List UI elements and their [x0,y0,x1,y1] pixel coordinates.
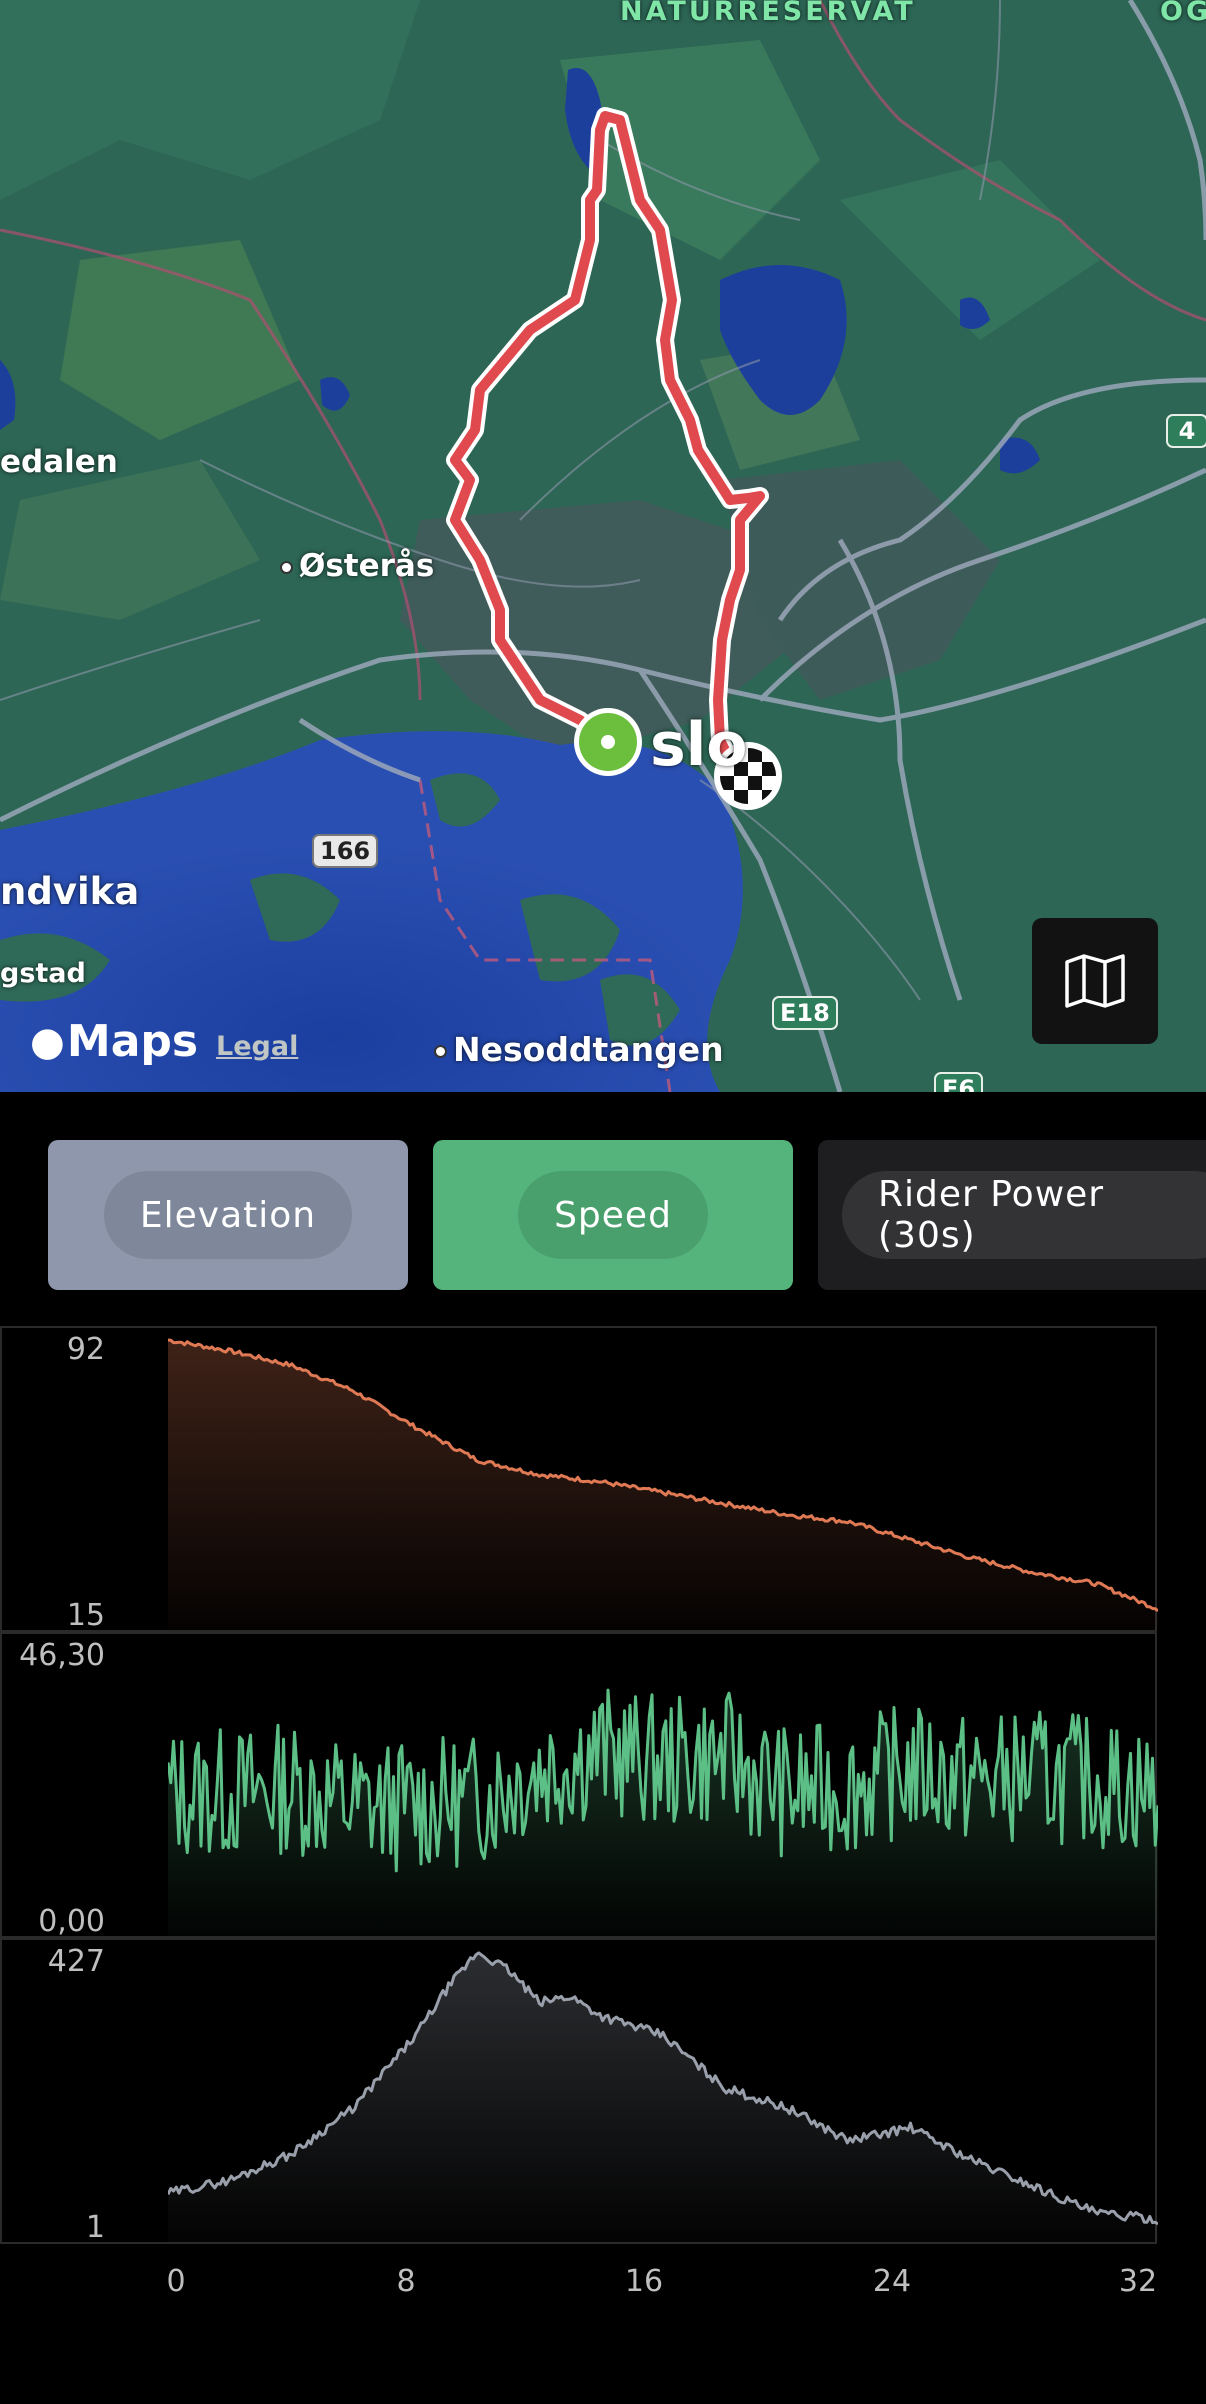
place-dot-icon [434,1045,447,1058]
map-terrain [0,0,1206,1092]
power-plot [168,1951,1158,2242]
road-badge-e18: E18 [772,996,838,1030]
map-label-og: OG [1160,0,1206,27]
route-map[interactable]: NATURRESERVAT OG edalen Østerås slo ndvi… [0,0,1206,1092]
apple-logo-icon: ● [30,1018,65,1065]
map-icon [1065,954,1125,1008]
x-tick-label: 8 [396,2264,416,2299]
series-area [168,1340,1158,1630]
map-label-osteras: Østerås [280,548,434,584]
speed-plot [168,1688,1158,1936]
tab-rider-power[interactable]: Rider Power (30s) [818,1140,1206,1290]
metric-tabs: Elevation Speed Rider Power (30s) [48,1140,1206,1290]
place-dot-icon [280,561,293,574]
road-badge-4: 4 [1166,414,1206,448]
speed-chart: 46,30 0,00 [0,1632,1158,1939]
elevation-plot [168,1338,1158,1630]
start-marker-icon [574,708,642,776]
x-tick-label: 24 [872,2264,912,2299]
map-style-button[interactable] [1032,918,1158,1044]
elevation-ymax-label: 92 [66,1332,105,1367]
x-tick-label: 0 [166,2264,186,2299]
tab-elevation-label: Elevation [103,1171,353,1259]
charts-area[interactable]: 92 15 46,30 0,00 427 1 [0,1326,1160,2250]
series-area [168,1952,1158,2242]
map-label-oslo: slo [650,710,748,780]
power-ymax-label: 427 [47,1944,105,1979]
apple-maps-logo: ● Maps [30,1016,198,1067]
map-label-edalen: edalen [0,444,118,480]
tab-speed-label: Speed [518,1171,708,1259]
map-label-nesoddtangen: Nesoddtangen [434,1030,724,1069]
map-label-nesoddtangen-text: Nesoddtangen [453,1030,724,1069]
elevation-chart: 92 15 [0,1326,1158,1633]
x-tick-label: 16 [624,2264,664,2299]
speed-ymin-label: 0,00 [38,1904,105,1939]
tab-speed[interactable]: Speed [433,1140,793,1290]
elevation-ymin-label: 15 [66,1598,105,1633]
map-label-gstad: gstad [0,958,86,989]
map-label-osteras-text: Østerås [299,548,435,584]
x-tick-label: 32 [1118,2264,1158,2299]
tab-rider-power-label: Rider Power (30s) [842,1171,1206,1259]
map-label-andvika: ndvika [0,870,140,913]
road-badge-e6: E6 [934,1072,984,1092]
tab-elevation[interactable]: Elevation [48,1140,408,1290]
maps-logo-text: Maps [66,1016,199,1067]
road-badge-166: 166 [312,834,379,868]
speed-ymax-label: 46,30 [19,1638,105,1673]
power-ymin-label: 1 [85,2210,105,2245]
map-label-naturreservat: NATURRESERVAT [620,0,916,27]
power-chart: 427 1 [0,1938,1158,2245]
legal-link[interactable]: Legal [216,1031,298,1062]
